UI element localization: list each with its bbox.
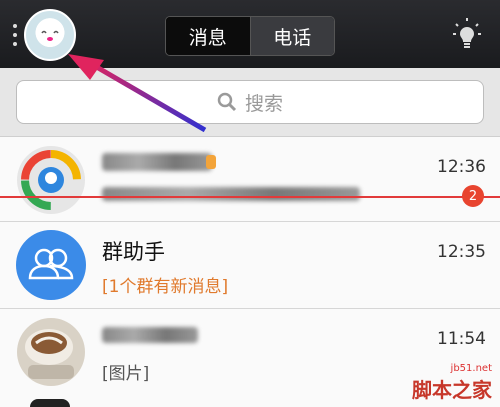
message-preview-redacted bbox=[102, 187, 360, 201]
message-time: 11:54 bbox=[437, 329, 486, 349]
message-preview: [图片] bbox=[102, 364, 150, 384]
list-item[interactable]: 群助手 12:35 [1个群有新消息] bbox=[0, 222, 500, 309]
contact-avatar-image bbox=[17, 318, 85, 386]
watermark-site: jb51.net bbox=[450, 363, 492, 374]
name-tag-icon bbox=[206, 155, 216, 169]
message-time: 12:35 bbox=[437, 242, 486, 262]
search-input[interactable]: 搜索 bbox=[16, 80, 484, 124]
tab-calls[interactable]: 电话 bbox=[250, 17, 334, 55]
unread-badge: 2 bbox=[462, 185, 484, 207]
tab-messages[interactable]: 消息 bbox=[166, 17, 251, 55]
contact-name-redacted bbox=[102, 153, 212, 171]
top-bar: 消息 电话 bbox=[0, 0, 500, 68]
contact-name-redacted bbox=[102, 327, 198, 343]
lightbulb-icon[interactable] bbox=[452, 16, 482, 52]
avatar-face-icon bbox=[41, 30, 59, 41]
tab-switcher: 消息 电话 bbox=[165, 16, 335, 56]
watermark-brand: 脚本之家 bbox=[412, 378, 492, 402]
red-underline bbox=[0, 196, 500, 198]
message-time: 12:36 bbox=[437, 157, 486, 177]
search-placeholder: 搜索 bbox=[244, 92, 283, 115]
watermark: jb51.net 脚本之家 bbox=[412, 363, 492, 403]
qq-browser-icon bbox=[17, 146, 85, 214]
contact-name: 群助手 bbox=[102, 240, 165, 264]
search-area: 搜索 bbox=[0, 68, 500, 137]
group-assistant-avatar bbox=[16, 230, 86, 300]
list-item[interactable]: 12:36 2 bbox=[0, 137, 500, 222]
user-avatar[interactable] bbox=[24, 9, 76, 61]
message-preview: [1个群有新消息] bbox=[102, 277, 229, 297]
search-icon bbox=[217, 92, 237, 112]
group-assistant-icon bbox=[28, 248, 74, 280]
menu-dots-icon[interactable] bbox=[12, 24, 18, 46]
